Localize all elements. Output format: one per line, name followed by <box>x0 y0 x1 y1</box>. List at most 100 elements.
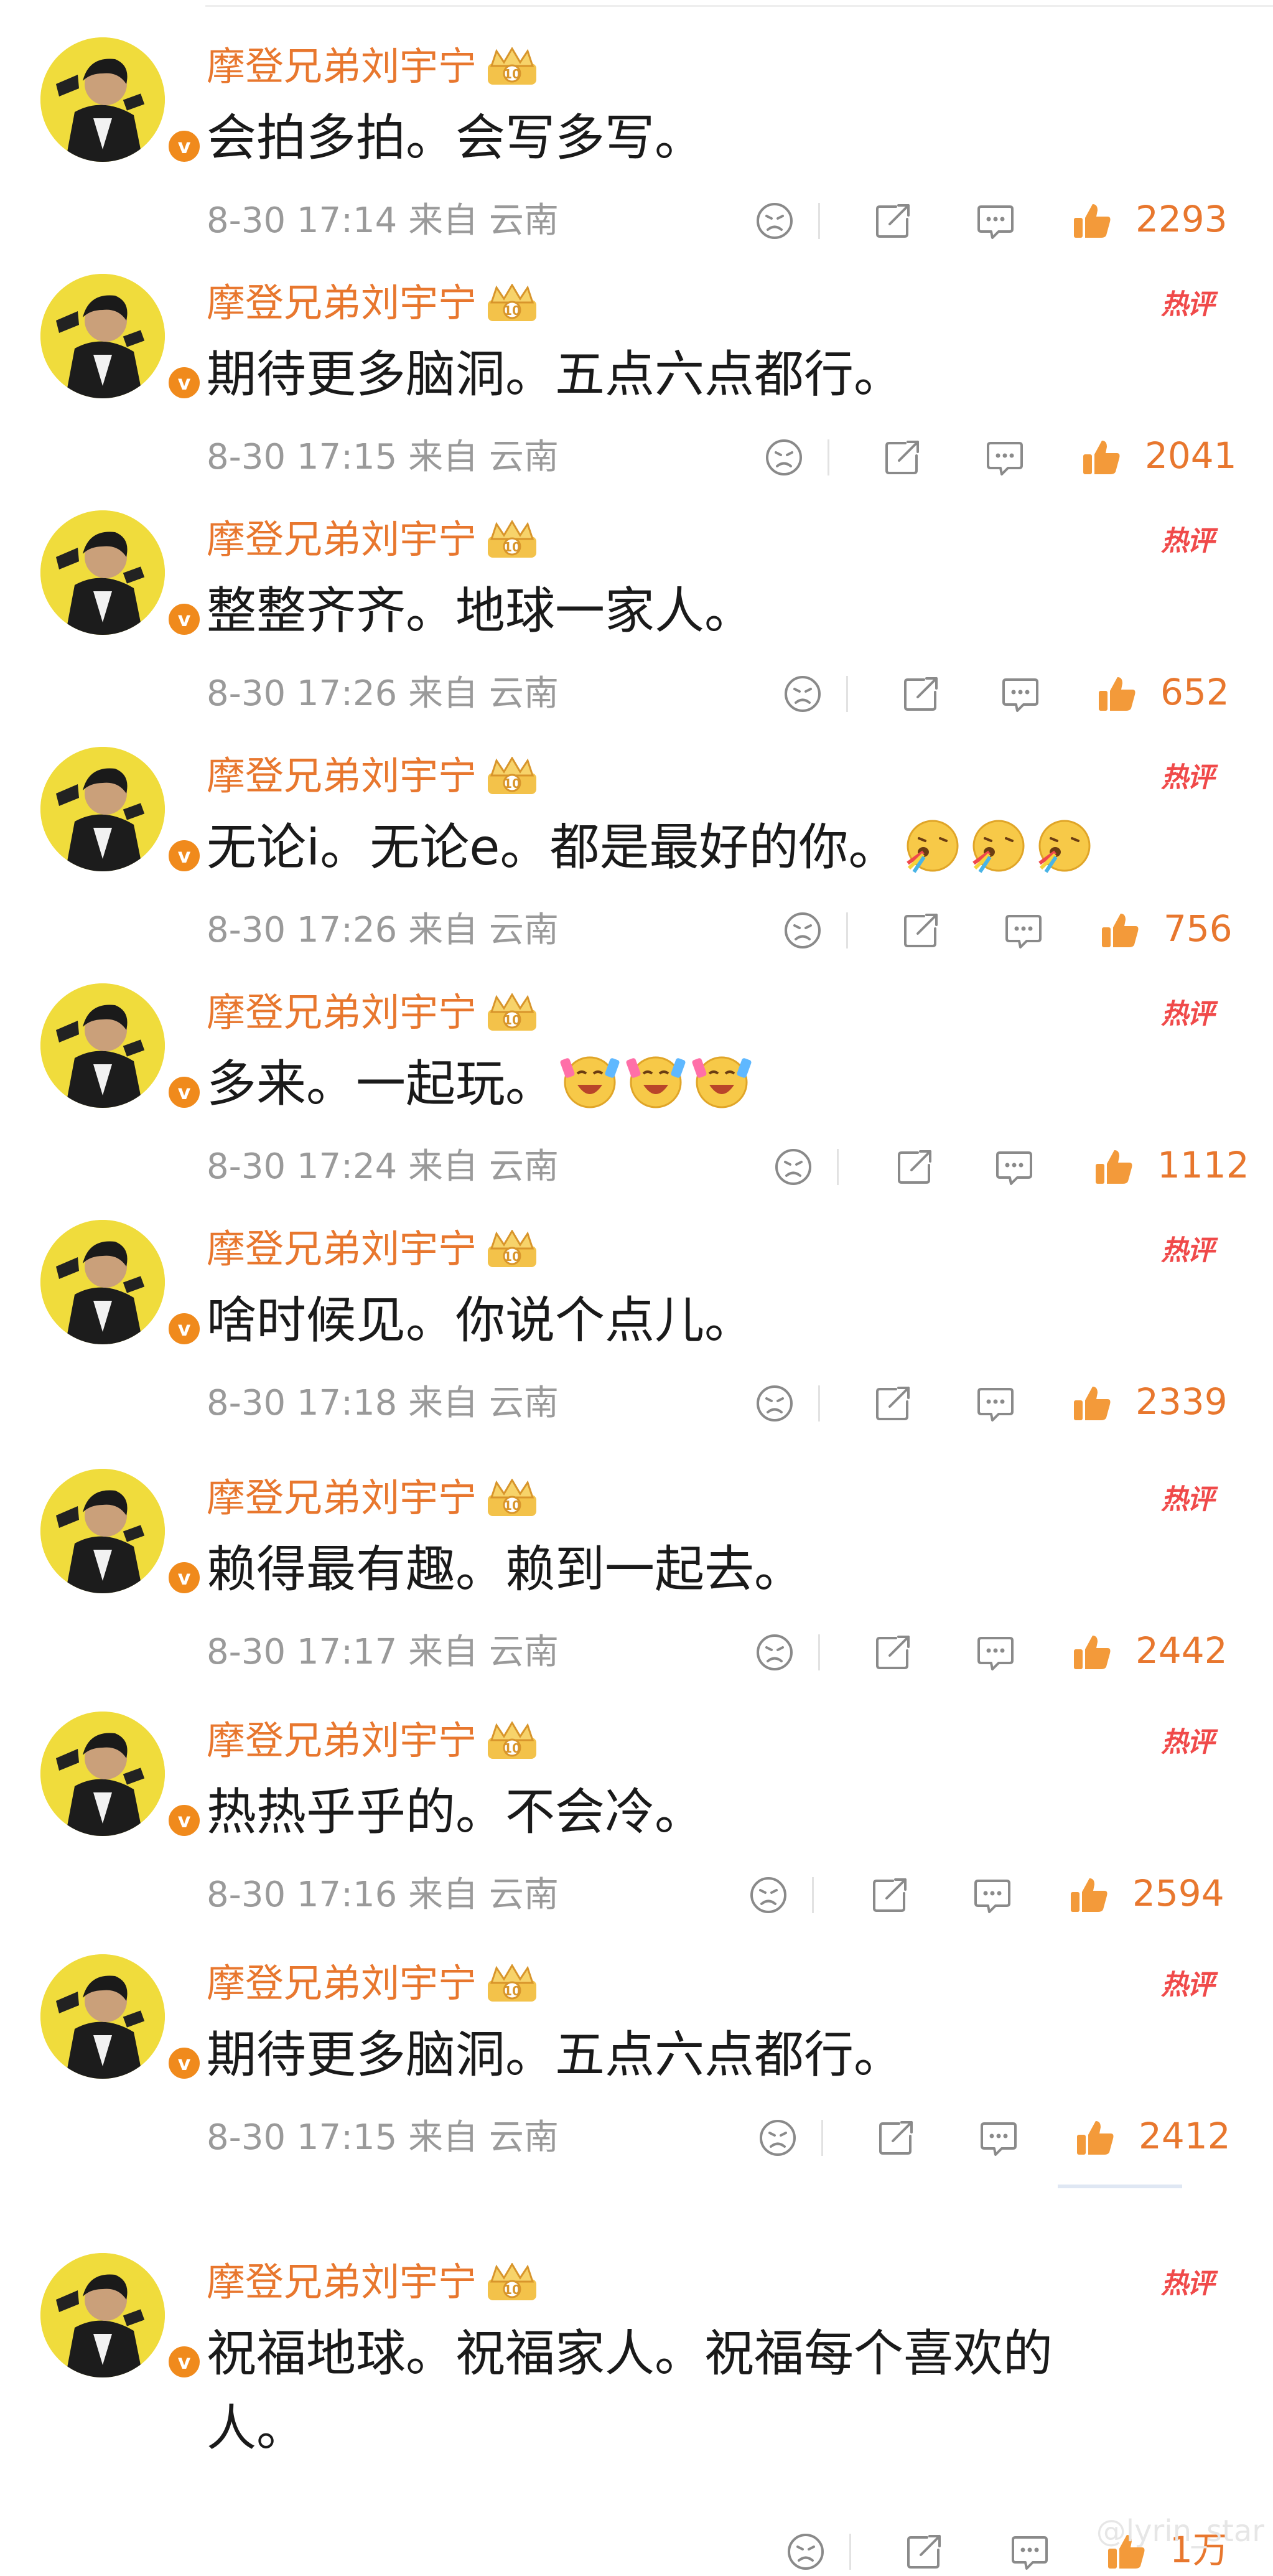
username[interactable]: 摩登兄弟刘宇宁 <box>207 1470 477 1526</box>
comment-icon[interactable] <box>1002 909 1045 952</box>
avatar[interactable]: v <box>40 1712 203 1840</box>
comment-icon[interactable] <box>974 1382 1017 1425</box>
verified-badge: v <box>165 836 203 875</box>
share-icon[interactable] <box>880 436 924 479</box>
username[interactable]: 摩登兄弟刘宇宁 <box>207 1221 477 1277</box>
like-count: 2594 <box>1132 1872 1224 1914</box>
avatar-photo <box>40 747 165 871</box>
avatar[interactable]: v <box>40 747 203 875</box>
comment-item: v 摩登兄弟刘宇宁 10 热评 期待更多脑洞。五点六点都行。 8-30 17:15 来自 … <box>0 1954 1273 2178</box>
share-icon[interactable] <box>871 1382 915 1425</box>
share-icon[interactable] <box>893 1145 936 1189</box>
share-icon[interactable] <box>899 909 943 952</box>
avatar[interactable]: v <box>40 2253 203 2381</box>
share-icon[interactable] <box>871 1631 915 1674</box>
frown-face-icon[interactable] <box>762 436 806 479</box>
hot-comment-badge: 热评 <box>1161 286 1229 324</box>
thumbs-up-icon[interactable] <box>1098 909 1142 952</box>
comment-time: 8-30 17:15 <box>207 2117 398 2158</box>
svg-text:10: 10 <box>503 540 521 555</box>
frown-face-icon[interactable] <box>784 2530 828 2574</box>
comment-icon[interactable] <box>974 199 1017 243</box>
frown-face-icon[interactable] <box>753 199 796 243</box>
comment-meta: 8-30 17:15 来自 云南 <box>207 2113 559 2163</box>
hot-badge-label: 热评 <box>1161 1235 1215 1267</box>
thumbs-up-icon[interactable] <box>1092 1145 1135 1189</box>
comment-body: 会拍多拍。会写多写。 <box>207 109 704 167</box>
username[interactable]: 摩登兄弟刘宇宁 <box>207 1713 477 1769</box>
verified-badge: v <box>165 1801 203 1840</box>
like-count: 652 <box>1160 671 1229 713</box>
avatar[interactable]: v <box>40 983 203 1112</box>
username[interactable]: 摩登兄弟刘宇宁 <box>207 2254 477 2310</box>
divider <box>205 5 1273 7</box>
frown-face-icon[interactable] <box>756 2116 800 2160</box>
avatar-photo <box>40 1469 165 1593</box>
frown-face-icon[interactable] <box>772 1145 815 1189</box>
avatar[interactable]: v <box>40 510 203 639</box>
verified-badge: v <box>165 2044 203 2082</box>
thumbs-up-icon[interactable] <box>1070 1631 1114 1674</box>
thumbs-up-icon[interactable] <box>1073 2116 1117 2160</box>
verified-badge: v <box>165 363 203 402</box>
divider <box>849 2534 851 2570</box>
frown-face-icon[interactable] <box>753 1382 796 1425</box>
hot-comment-badge: 热评 <box>1161 996 1229 1033</box>
share-icon[interactable] <box>899 672 943 716</box>
avatar[interactable]: v <box>40 1469 203 1597</box>
share-icon[interactable] <box>902 2530 946 2574</box>
hot-comment-badge: 热评 <box>1161 1232 1229 1270</box>
rainbow-vomit-emoji <box>1038 820 1091 873</box>
comment-item: v 摩登兄弟刘宇宁 10 热评 热热乎乎的。不会冷。 8-30 17:16 来自 云南 25… <box>0 1712 1273 1936</box>
username[interactable]: 摩登兄弟刘宇宁 <box>207 748 477 804</box>
comment-item: v 摩登兄弟刘宇宁 10 热评 多来。一起玩。 8-30 17:24 来自 云南 1112 <box>0 983 1273 1207</box>
username[interactable]: 摩登兄弟刘宇宁 <box>207 275 477 331</box>
avatar-photo <box>40 274 165 398</box>
avatar[interactable]: v <box>40 1954 203 2082</box>
crown-badge-icon: 10 <box>485 756 539 797</box>
username[interactable]: 摩登兄弟刘宇宁 <box>207 512 477 568</box>
thumbs-up-icon[interactable] <box>1070 199 1114 243</box>
avatar[interactable]: v <box>40 1220 203 1348</box>
frown-face-icon[interactable] <box>781 909 824 952</box>
avatar-photo <box>40 1712 165 1836</box>
comment-icon[interactable] <box>999 672 1042 716</box>
avatar-photo <box>40 983 165 1108</box>
thumbs-up-icon[interactable] <box>1070 1382 1114 1425</box>
share-icon[interactable] <box>868 1873 912 1917</box>
comment-meta: 8-30 17:18 来自 云南 <box>207 1379 559 1428</box>
comment-time: 8-30 17:15 <box>207 437 398 477</box>
comment-icon[interactable] <box>992 1145 1036 1189</box>
comment-meta: 8-30 17:16 来自 云南 <box>207 1870 559 1920</box>
cheering-emoji <box>626 1056 686 1108</box>
thumbs-up-icon[interactable] <box>1079 436 1123 479</box>
share-icon[interactable] <box>871 199 915 243</box>
comment-item: v 摩登兄弟刘宇宁 10 热评 无论i。无论e。都是最好的你。 8-30 17:26 来自… <box>0 747 1273 971</box>
username[interactable]: 摩登兄弟刘宇宁 <box>207 985 477 1041</box>
comment-icon[interactable] <box>971 1873 1014 1917</box>
comment-icon[interactable] <box>977 2116 1020 2160</box>
comment-icon[interactable] <box>983 436 1027 479</box>
crown-badge-icon: 10 <box>485 1478 539 1519</box>
frown-face-icon[interactable] <box>753 1631 796 1674</box>
avatar[interactable]: v <box>40 274 203 402</box>
username[interactable]: 摩登兄弟刘宇宁 <box>207 1955 477 2012</box>
divider <box>818 1634 820 1670</box>
share-icon[interactable] <box>874 2116 918 2160</box>
thumbs-up-icon[interactable] <box>1095 672 1139 716</box>
comment-time: 8-30 17:17 <box>207 1632 398 1672</box>
comment-icon[interactable] <box>1008 2530 1052 2574</box>
comment-body: 多来。一起玩。 <box>207 1055 555 1113</box>
avatar-photo <box>40 1220 165 1344</box>
frown-face-icon[interactable] <box>747 1873 790 1917</box>
frown-face-icon[interactable] <box>781 672 824 716</box>
verified-badge: v <box>165 2343 203 2381</box>
avatar[interactable]: v <box>40 37 203 166</box>
username[interactable]: 摩登兄弟刘宇宁 <box>207 39 477 95</box>
divider <box>818 1385 820 1421</box>
thumbs-up-icon[interactable] <box>1067 1873 1111 1917</box>
crown-badge-icon: 10 <box>485 1964 539 2004</box>
comment-icon[interactable] <box>974 1631 1017 1674</box>
crown-badge-icon: 10 <box>485 520 539 560</box>
comment-meta: 8-30 17:15 来自 云南 <box>207 433 559 482</box>
